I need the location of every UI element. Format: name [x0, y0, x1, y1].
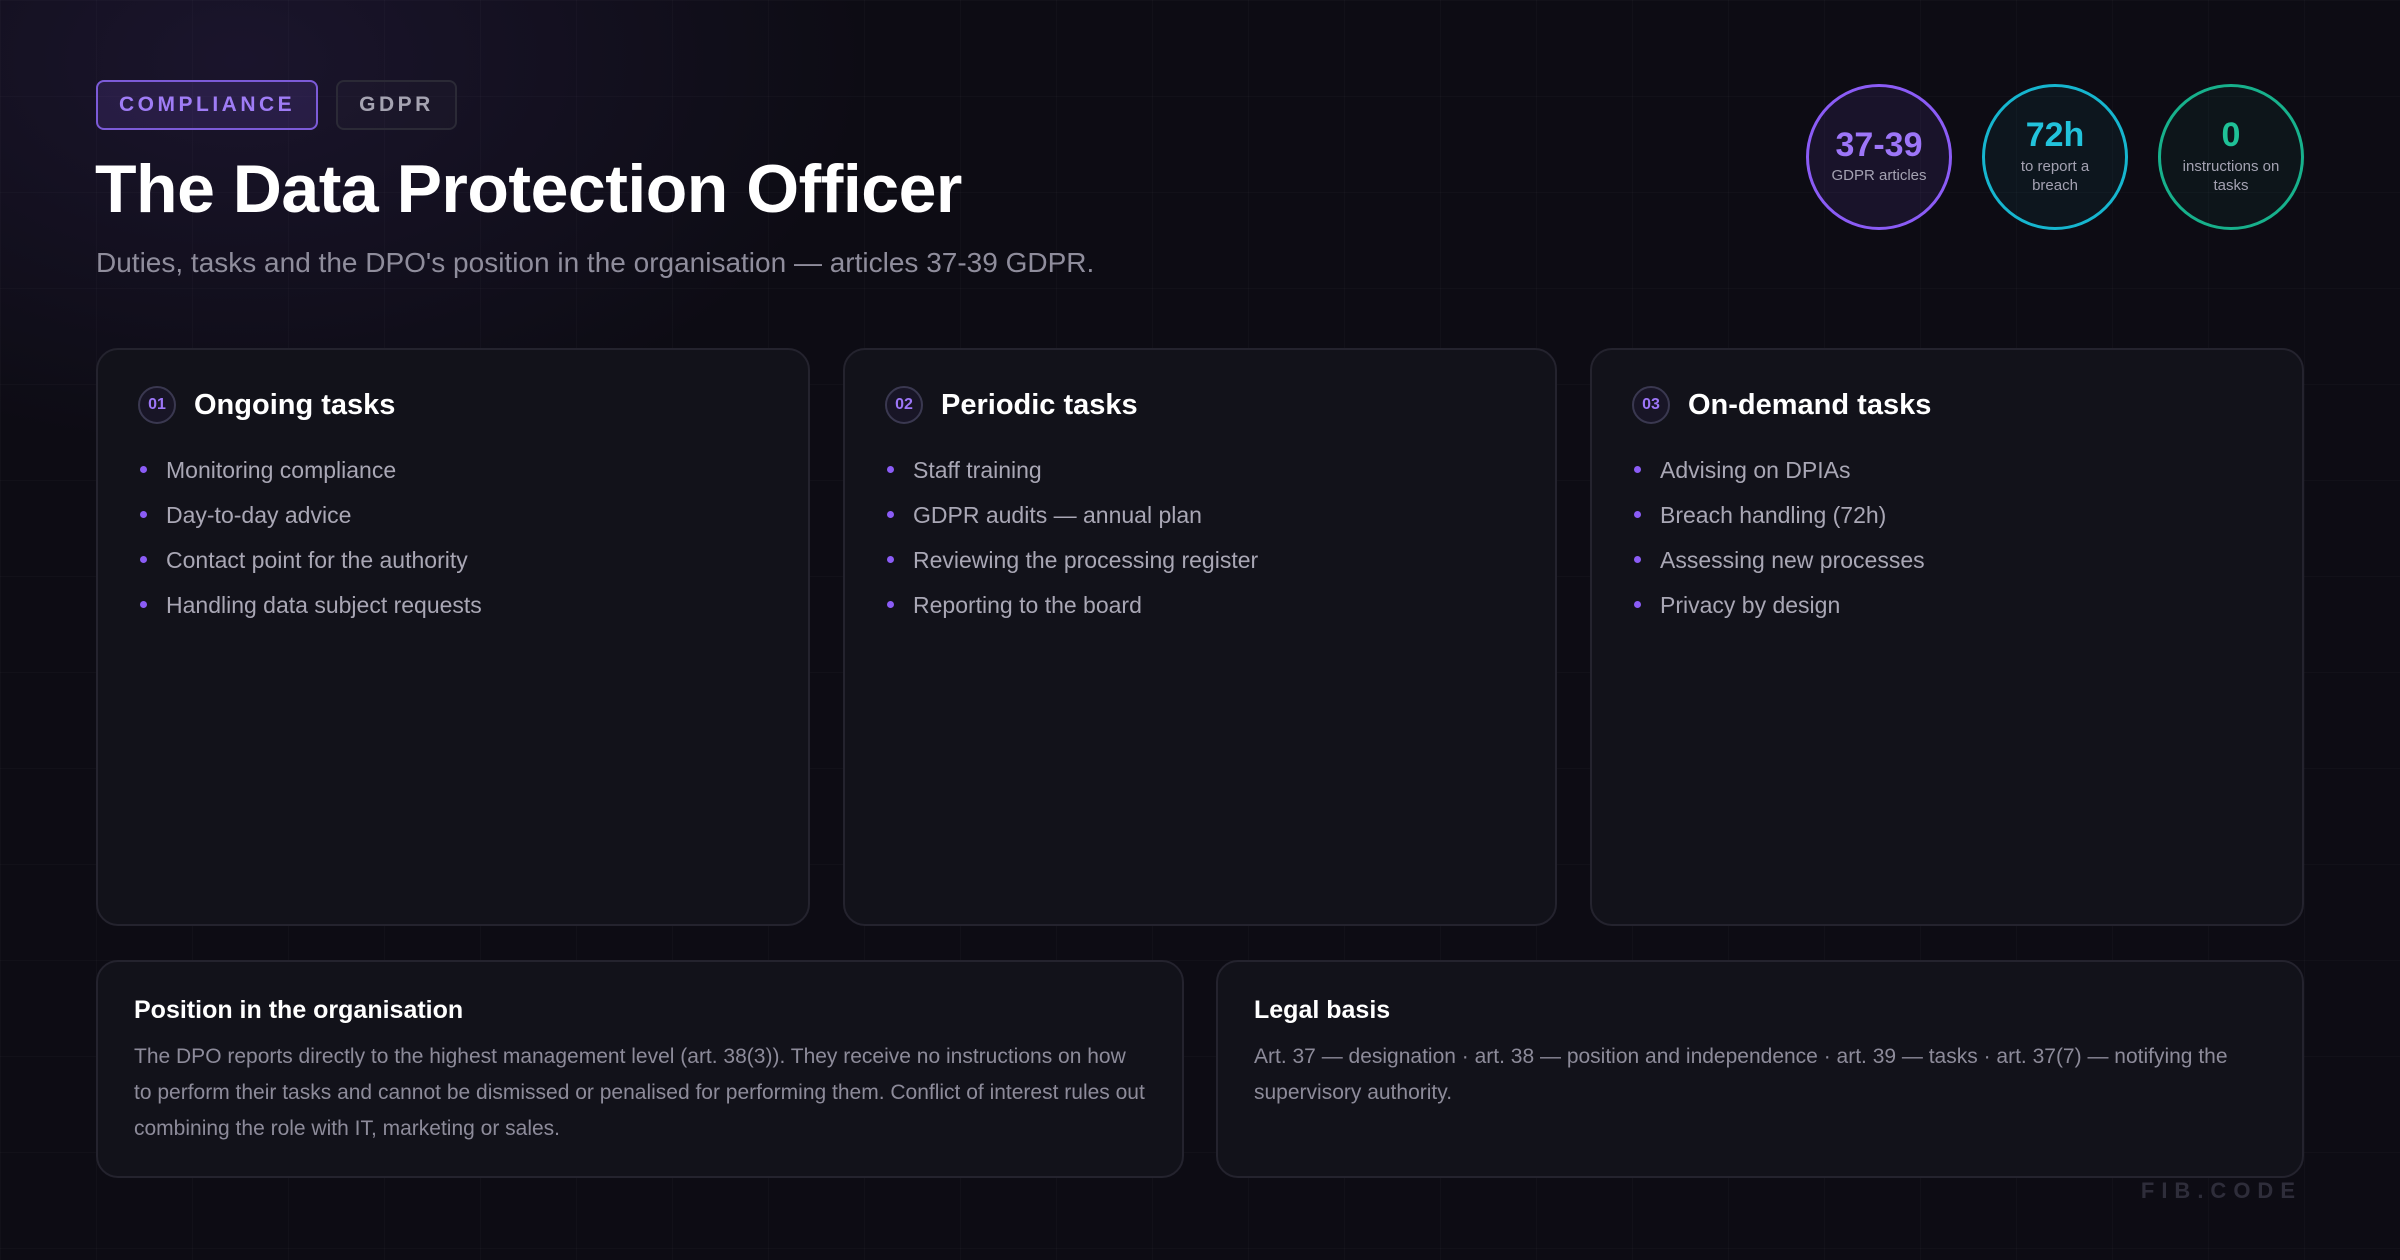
- stat-instructions-label: instructions on tasks: [2182, 158, 2280, 194]
- card-number-badge: 03: [1632, 386, 1670, 424]
- list-item: GDPR audits — annual plan: [885, 499, 1515, 544]
- list-item: Reporting to the board: [885, 589, 1515, 634]
- info-card-text: The DPO reports directly to the highest …: [134, 1045, 1145, 1140]
- page-title: The Data Protection Officer: [95, 151, 962, 227]
- card-periodic-tasks: 02 Periodic tasks Staff training GDPR au…: [843, 348, 1557, 926]
- list-item-text: Monitoring compliance: [166, 457, 397, 483]
- list-item-text: Privacy by design: [1660, 592, 1841, 618]
- card-position-in-organisation: Position in the organisation The DPO rep…: [96, 960, 1184, 1178]
- list-item-text: Assessing new processes: [1660, 547, 1925, 573]
- list-item-text: Reporting to the board: [913, 592, 1142, 618]
- card-header: 02 Periodic tasks: [885, 386, 1515, 424]
- card-ongoing-tasks: 01 Ongoing tasks Monitoring compliance D…: [96, 348, 810, 926]
- info-card-text: Art. 37 — designation · art. 38 — positi…: [1254, 1045, 2228, 1104]
- list-item: Breach handling (72h): [1632, 499, 2262, 544]
- list-item: Staff training: [885, 454, 1515, 499]
- bullet-icon: [887, 466, 894, 473]
- tag-compliance[interactable]: COMPLIANCE: [96, 80, 319, 130]
- stat-articles-label: GDPR articles: [1831, 167, 1927, 185]
- list-item: Handling data subject requests: [138, 589, 768, 634]
- bullet-icon: [887, 556, 894, 563]
- card-title: Ongoing tasks: [194, 388, 396, 421]
- list-item: Privacy by design: [1632, 589, 2262, 634]
- bullet-icon: [140, 601, 147, 608]
- card-header: 01 Ongoing tasks: [138, 386, 768, 424]
- bullet-icon: [140, 556, 147, 563]
- stats-row: 37-39 GDPR articles 72h to report a brea…: [1806, 84, 2304, 230]
- task-list: Monitoring compliance Day-to-day advice …: [138, 454, 768, 634]
- list-item-text: Breach handling (72h): [1660, 502, 1887, 528]
- card-number-badge: 02: [885, 386, 923, 424]
- list-item: Reviewing the processing register: [885, 544, 1515, 589]
- stat-instructions: 0 instructions on tasks: [2158, 84, 2304, 230]
- list-item-text: Handling data subject requests: [166, 592, 482, 618]
- stat-breach-deadline: 72h to report a breach: [1982, 84, 2128, 230]
- list-item: Monitoring compliance: [138, 454, 768, 499]
- card-on-demand-tasks: 03 On-demand tasks Advising on DPIAs Bre…: [1590, 348, 2304, 926]
- list-item-text: Advising on DPIAs: [1660, 457, 1851, 483]
- list-item: Day-to-day advice: [138, 499, 768, 544]
- info-card-title: Legal basis: [1254, 996, 1391, 1024]
- stat-breach-deadline-value: 72h: [2025, 116, 2085, 155]
- page-subtitle: Duties, tasks and the DPO's position in …: [96, 247, 1095, 278]
- list-item-text: Reviewing the processing register: [913, 547, 1259, 573]
- bullet-icon: [1634, 601, 1641, 608]
- brand-watermark: FIB.CODE: [2140, 1178, 2302, 1203]
- card-legal-basis: Legal basis Art. 37 — designation · art.…: [1216, 960, 2304, 1178]
- stat-breach-deadline-label: to report a breach: [2020, 158, 2090, 194]
- bullet-icon: [1634, 511, 1641, 518]
- list-item-text: Staff training: [913, 457, 1042, 483]
- bullet-icon: [1634, 466, 1641, 473]
- bullet-icon: [140, 511, 147, 518]
- card-header: 03 On-demand tasks: [1632, 386, 2262, 424]
- tag-gdpr[interactable]: GDPR: [336, 80, 457, 130]
- card-title: On-demand tasks: [1688, 388, 1932, 421]
- info-card-title: Position in the organisation: [134, 996, 464, 1024]
- bullet-icon: [887, 511, 894, 518]
- list-item: Contact point for the authority: [138, 544, 768, 589]
- list-item-text: Day-to-day advice: [166, 502, 352, 528]
- card-number-badge: 01: [138, 386, 176, 424]
- bullet-icon: [887, 601, 894, 608]
- task-list: Staff training GDPR audits — annual plan…: [885, 454, 1515, 634]
- tag-group: COMPLIANCE GDPR: [96, 80, 457, 130]
- stat-articles: 37-39 GDPR articles: [1806, 84, 1952, 230]
- bullet-icon: [1634, 556, 1641, 563]
- list-item: Assessing new processes: [1632, 544, 2262, 589]
- stat-articles-value: 37-39: [1835, 125, 1923, 164]
- task-list: Advising on DPIAs Breach handling (72h) …: [1632, 454, 2262, 634]
- stat-instructions-value: 0: [2221, 116, 2241, 155]
- card-title: Periodic tasks: [941, 388, 1138, 421]
- bullet-icon: [140, 466, 147, 473]
- list-item-text: Contact point for the authority: [166, 547, 468, 573]
- list-item-text: GDPR audits — annual plan: [913, 502, 1202, 528]
- list-item: Advising on DPIAs: [1632, 454, 2262, 499]
